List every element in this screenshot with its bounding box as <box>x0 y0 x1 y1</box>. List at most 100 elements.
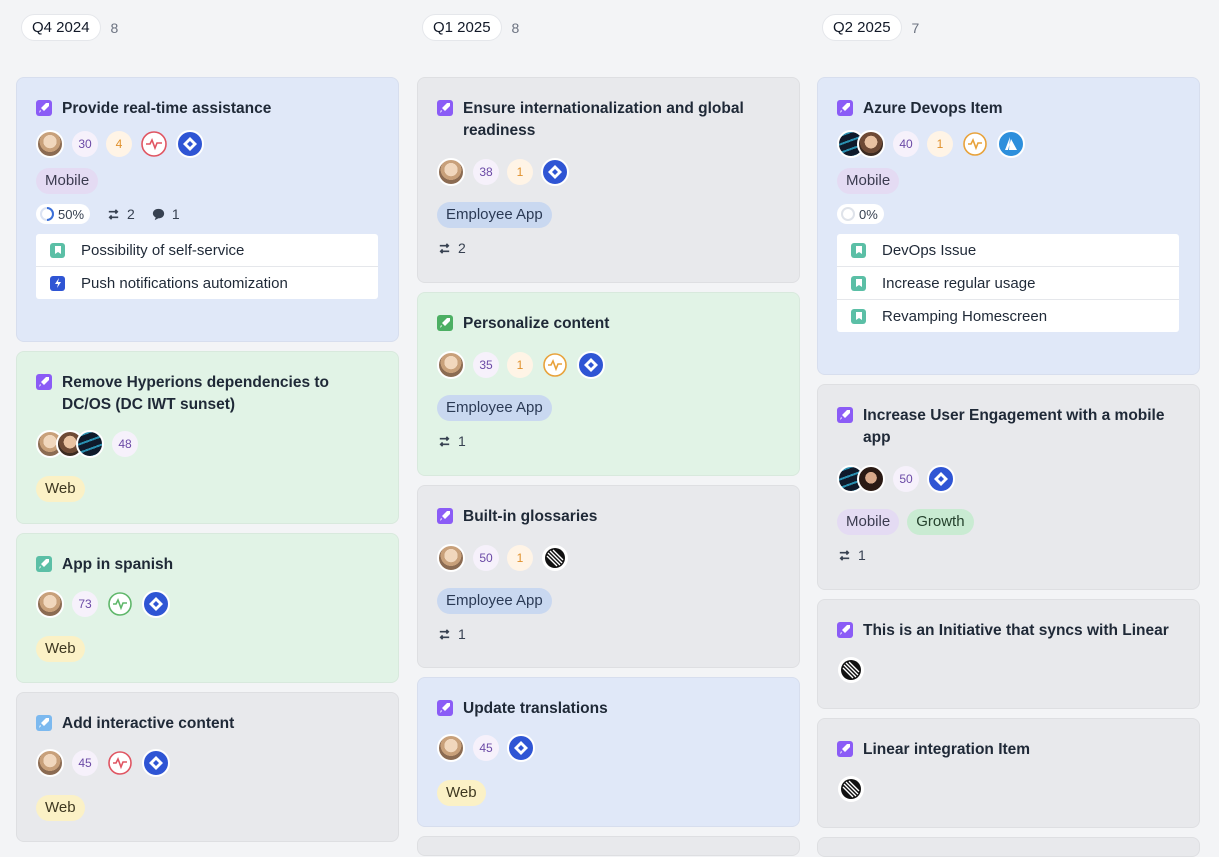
score-badge: 48 <box>112 431 138 457</box>
rocket-icon <box>837 622 853 638</box>
roadmap-card[interactable]: Built-in glossaries 50 1 Employee App 1 <box>417 485 800 668</box>
tag[interactable]: Mobile <box>36 168 99 194</box>
score-badge: 38 <box>473 159 499 185</box>
jira-icon[interactable] <box>142 590 170 618</box>
azure-icon[interactable] <box>997 130 1025 158</box>
card-title[interactable]: App in spanish <box>62 554 173 576</box>
roadmap-card[interactable]: App in spanish 73 Web <box>16 533 399 683</box>
owner-avatar[interactable] <box>437 734 465 762</box>
comments-count[interactable]: 1 <box>151 206 180 222</box>
rocket-icon <box>437 508 453 524</box>
child-item[interactable]: Push notifications automization <box>36 267 378 299</box>
tag[interactable]: Web <box>36 636 85 662</box>
votes-badge: 1 <box>507 545 533 571</box>
child-item[interactable]: DevOps Issue <box>837 234 1179 267</box>
card-title[interactable]: Update translations <box>463 698 608 720</box>
health-pulse-icon[interactable] <box>961 130 989 158</box>
tag[interactable]: Mobile <box>837 168 900 194</box>
jira-icon[interactable] <box>577 351 605 379</box>
child-items-list: Possibility of self-service Push notific… <box>36 234 378 299</box>
jira-icon[interactable] <box>142 749 170 777</box>
avatar <box>857 465 885 493</box>
linear-icon[interactable] <box>541 544 569 572</box>
owner-avatar[interactable] <box>437 544 465 572</box>
card-title[interactable]: Add interactive content <box>62 713 234 735</box>
rocket-icon <box>437 100 453 116</box>
card-title[interactable]: Built-in glossaries <box>463 506 597 528</box>
links-count[interactable]: 2 <box>437 240 466 256</box>
owner-avatar[interactable] <box>36 749 64 777</box>
tag[interactable]: Web <box>437 780 486 806</box>
tag[interactable]: Employee App <box>437 202 552 228</box>
comment-icon <box>152 208 164 220</box>
card-title[interactable]: Linear integration Item <box>863 739 1030 761</box>
links-count[interactable]: 1 <box>437 433 466 449</box>
links-count[interactable]: 1 <box>437 626 466 642</box>
links-count[interactable]: 2 <box>106 206 135 222</box>
roadmap-card[interactable]: Linear integration Item <box>817 718 1200 828</box>
linear-icon[interactable] <box>837 775 865 803</box>
owner-avatars[interactable] <box>36 430 104 458</box>
progress-indicator: 0% <box>837 204 884 224</box>
avatar <box>76 430 104 458</box>
jira-icon[interactable] <box>507 734 535 762</box>
tag[interactable]: Employee App <box>437 395 552 421</box>
health-pulse-icon[interactable] <box>106 590 134 618</box>
card-title[interactable]: Increase User Engagement with a mobile a… <box>863 405 1179 449</box>
tag[interactable]: Web <box>36 476 85 502</box>
owner-avatar[interactable] <box>437 351 465 379</box>
roadmap-card[interactable]: Add interactive content 45 Web <box>16 692 399 842</box>
roadmap-card-partial[interactable] <box>417 836 800 856</box>
roadmap-card[interactable]: Remove Hyperions dependencies to DC/OS (… <box>16 351 399 524</box>
roadmap-card[interactable]: Update translations 45 Web <box>417 677 800 827</box>
links-count[interactable]: 1 <box>837 547 866 563</box>
rocket-icon <box>36 100 52 116</box>
owner-avatar[interactable] <box>36 130 64 158</box>
card-title[interactable]: Azure Devops Item <box>863 98 1003 120</box>
rocket-icon <box>837 741 853 757</box>
rocket-icon <box>36 715 52 731</box>
rocket-icon <box>837 407 853 423</box>
card-title[interactable]: Provide real-time assistance <box>62 98 271 120</box>
owner-avatars[interactable] <box>837 465 885 493</box>
health-pulse-icon[interactable] <box>106 749 134 777</box>
quarter-pill[interactable]: Q4 2024 <box>21 14 101 41</box>
roadmap-card[interactable]: Provide real-time assistance 30 4 Mobile… <box>16 77 399 342</box>
rocket-icon <box>437 315 453 331</box>
tag[interactable]: Employee App <box>437 588 552 614</box>
jira-icon[interactable] <box>541 158 569 186</box>
tag[interactable]: Mobile <box>837 509 900 535</box>
roadmap-card[interactable]: This is an Initiative that syncs with Li… <box>817 599 1200 709</box>
health-pulse-icon[interactable] <box>541 351 569 379</box>
item-count: 7 <box>911 19 920 36</box>
owner-avatar[interactable] <box>36 590 64 618</box>
quarter-pill[interactable]: Q1 2025 <box>422 14 502 41</box>
roadmap-card[interactable]: Azure Devops Item 40 1 Mobile 0% DevOps … <box>817 77 1200 375</box>
tag[interactable]: Web <box>36 795 85 821</box>
rocket-icon <box>36 556 52 572</box>
roadmap-card[interactable]: Increase User Engagement with a mobile a… <box>817 384 1200 590</box>
linear-icon[interactable] <box>837 656 865 684</box>
bookmark-icon <box>851 308 866 324</box>
child-item[interactable]: Revamping Homescreen <box>837 300 1179 332</box>
child-item[interactable]: Possibility of self-service <box>36 234 378 267</box>
card-title[interactable]: This is an Initiative that syncs with Li… <box>863 620 1169 642</box>
quarter-pill[interactable]: Q2 2025 <box>822 14 902 41</box>
score-badge: 45 <box>72 750 98 776</box>
roadmap-card[interactable]: Personalize content 35 1 Employee App 1 <box>417 292 800 476</box>
health-pulse-icon[interactable] <box>140 130 168 158</box>
tag[interactable]: Growth <box>907 509 974 535</box>
card-title[interactable]: Ensure internationalization and global r… <box>463 98 779 142</box>
card-title[interactable]: Remove Hyperions dependencies to DC/OS (… <box>62 372 378 416</box>
card-title[interactable]: Personalize content <box>463 313 609 335</box>
score-badge: 73 <box>72 591 98 617</box>
child-item[interactable]: Increase regular usage <box>837 267 1179 300</box>
roadmap-card[interactable]: Ensure internationalization and global r… <box>417 77 800 283</box>
jira-icon[interactable] <box>927 465 955 493</box>
roadmap-card-partial[interactable] <box>817 837 1200 857</box>
jira-icon[interactable] <box>176 130 204 158</box>
link-icon <box>439 628 450 640</box>
progress-value: 0% <box>859 206 878 222</box>
owner-avatars[interactable] <box>837 130 885 158</box>
owner-avatar[interactable] <box>437 158 465 186</box>
